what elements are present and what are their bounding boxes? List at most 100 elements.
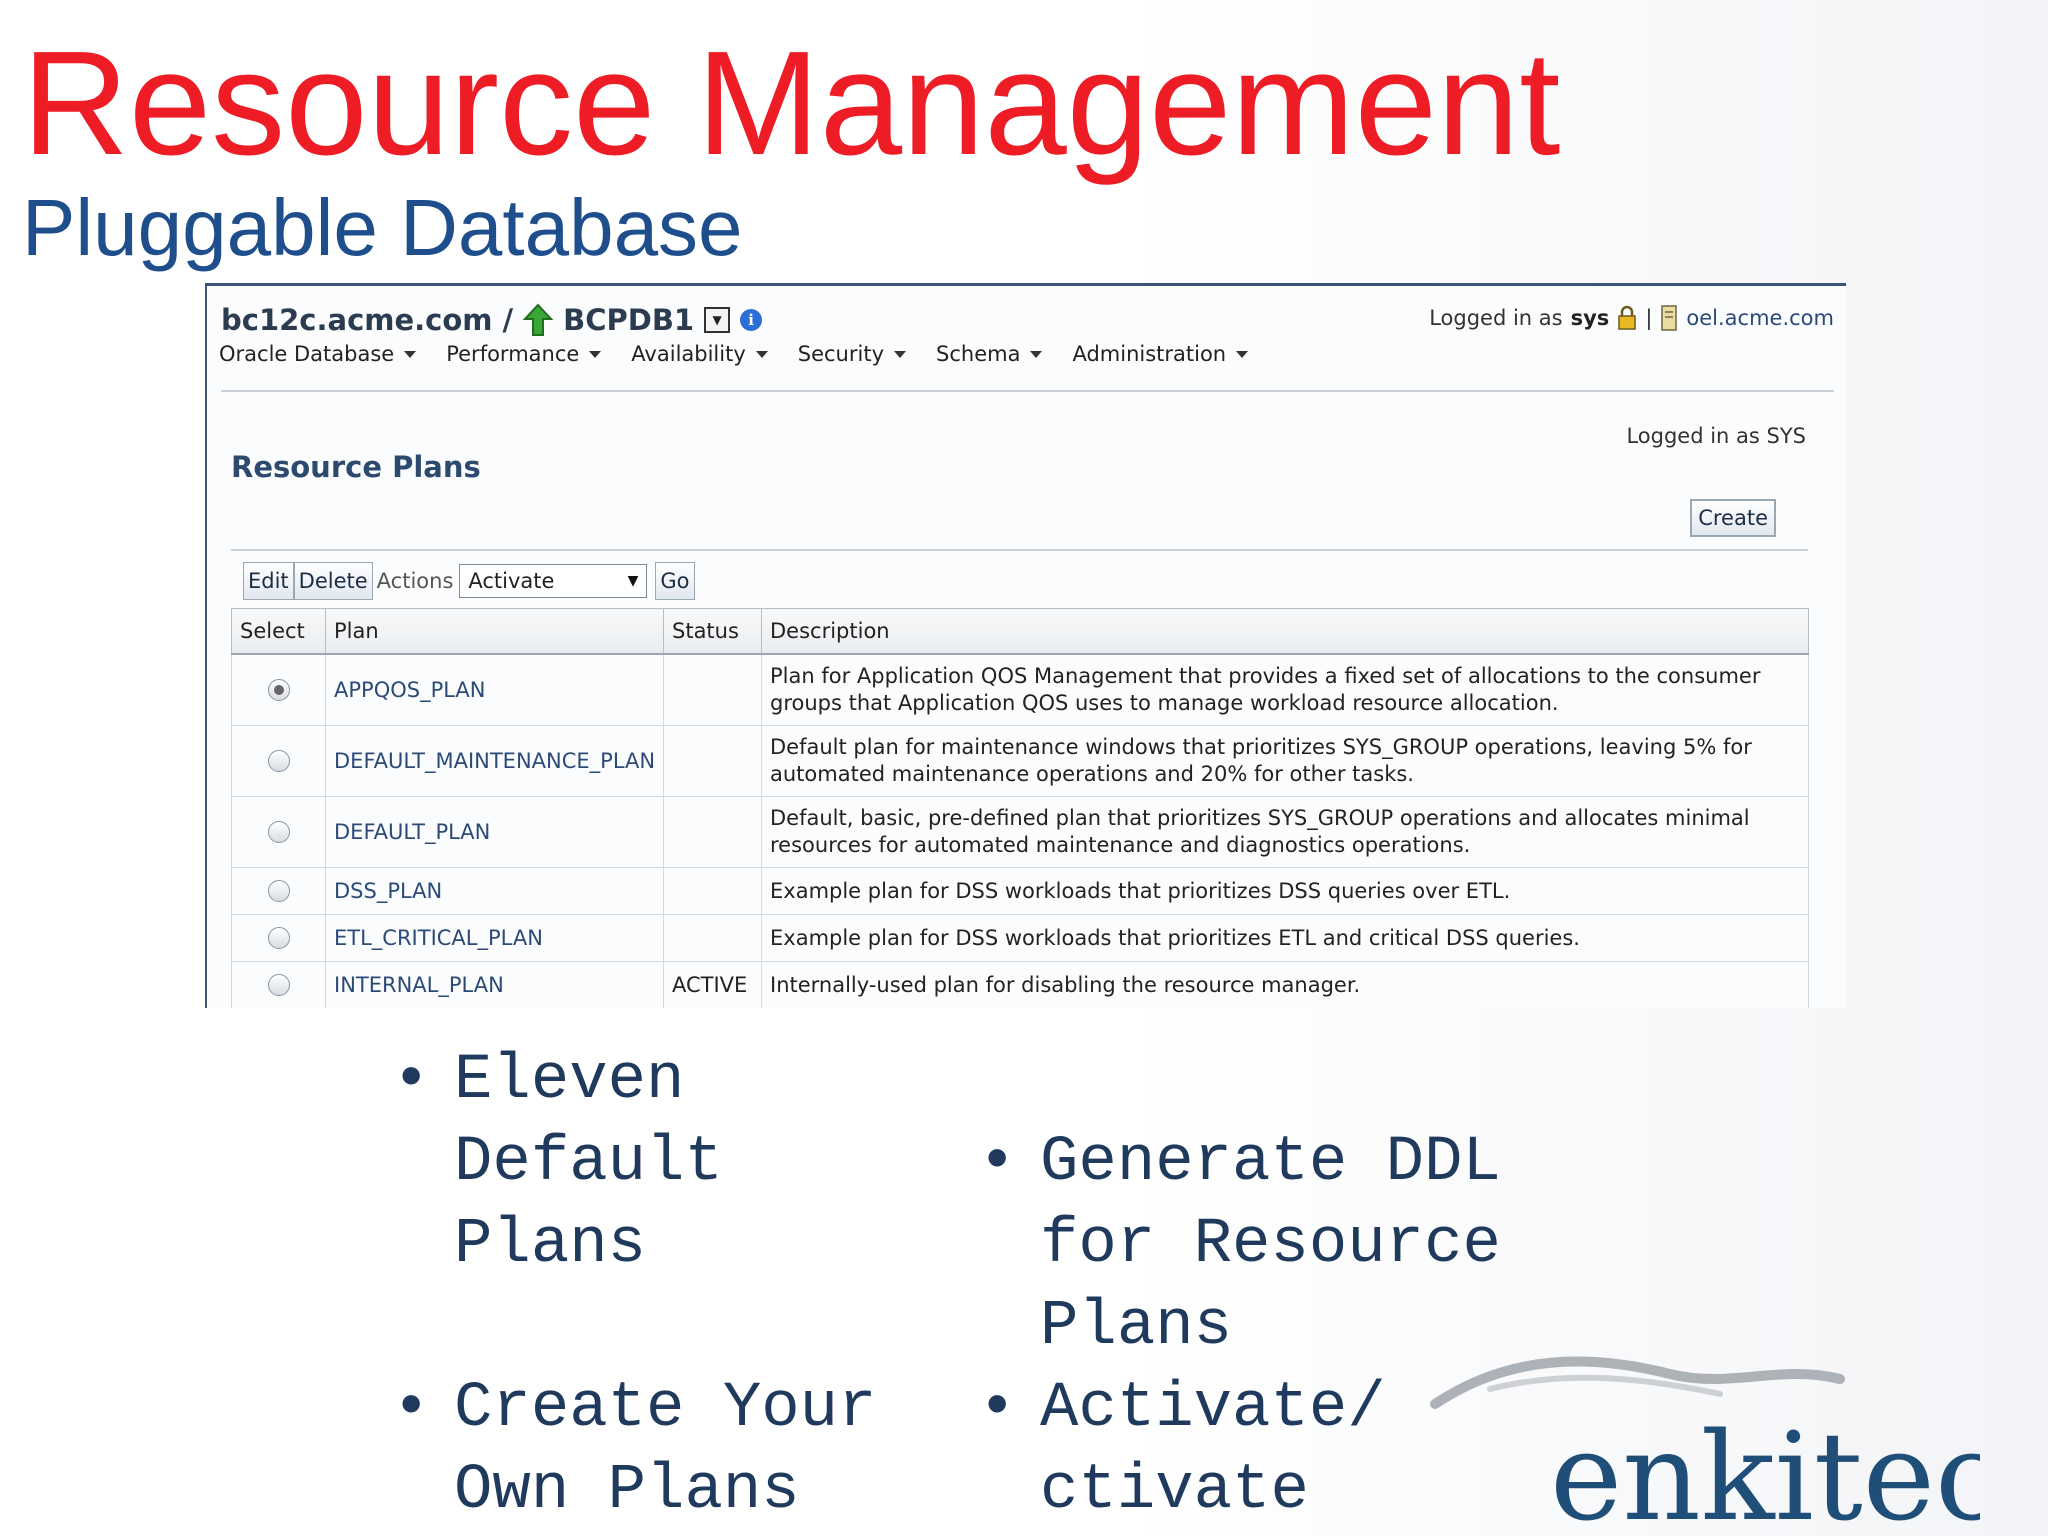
plan-link[interactable]: ETL_CRITICAL_PLAN [334,926,543,950]
description-cell: Example plan for DSS workloads that prio… [761,867,1809,915]
actions-select[interactable]: Activate ▼ [459,564,648,598]
select-radio[interactable] [267,679,290,701]
caret-down-icon [1030,350,1043,358]
status-cell [663,725,762,797]
delete-button[interactable]: Delete [293,562,373,600]
lock-icon [1618,305,1637,330]
plan-cell: DEFAULT_PLAN [325,796,664,868]
status-up-arrow-icon [523,303,554,336]
plan-cell: ETL_CRITICAL_PLAN [325,914,664,962]
caret-down-icon [589,350,602,358]
page-title: Resource Plans [231,450,481,484]
status-cell [663,653,762,726]
title-divider [231,549,1808,551]
select-radio[interactable] [267,750,290,772]
table-row: DEFAULT_PLAN Default, basic, pre-defined… [231,796,1809,868]
bullet-text: Create Your Own Plans [454,1373,877,1527]
status-cell [663,914,762,962]
select-radio[interactable] [267,974,290,996]
table-row: DEFAULT_MAINTENANCE_PLAN Default plan fo… [231,725,1809,797]
menu-availability[interactable]: Availability [631,342,768,366]
bullet-marker: • [978,1373,1017,1445]
table-row: INTERNAL_PLAN ACTIVE Internally-used pla… [231,961,1809,1008]
select-cell [231,867,326,915]
menu-label: Performance [446,342,580,366]
plan-link[interactable]: INTERNAL_PLAN [334,973,504,997]
table-row: DSS_PLAN Example plan for DSS workloads … [231,867,1809,915]
select-cell [231,796,326,868]
select-radio[interactable] [267,927,290,949]
menu-security[interactable]: Security [798,342,907,366]
table-row: ETL_CRITICAL_PLAN Example plan for DSS w… [231,914,1809,962]
bullet-eleven-default-plans: • Eleven Default Plans [392,1040,723,1286]
table-row: APPQOS_PLAN Plan for Application QOS Man… [231,653,1809,726]
host-link[interactable]: oel.acme.com [1686,306,1834,330]
actions-label: Actions [376,569,454,593]
resource-plans-table: Select Plan Status Description APPQOS_PL… [231,608,1809,1008]
column-header-plan[interactable]: Plan [325,608,664,655]
menu-performance[interactable]: Performance [446,342,602,366]
host-icon [1661,305,1678,331]
menu-administration[interactable]: Administration [1072,342,1249,366]
plan-link[interactable]: DEFAULT_MAINTENANCE_PLAN [334,749,655,773]
select-cell [231,653,326,726]
table-header-row: Select Plan Status Description [231,608,1809,655]
breadcrumb-separator: / [502,303,514,337]
column-header-status[interactable]: Status [663,608,762,655]
table-toolbar: Edit Delete Actions Activate ▼ Go [243,561,695,601]
bullet-text: Eleven Default Plans [454,1045,723,1281]
status-cell: ACTIVE [663,961,762,1008]
menu-label: Availability [631,342,746,366]
plan-cell: APPQOS_PLAN [325,653,664,726]
em-screenshot: bc12c.acme.com / BCPDB1 ▼ i Logged in as… [205,283,1846,1008]
bullet-marker: • [392,1373,431,1445]
info-icon[interactable]: i [740,309,763,331]
menu-label: Administration [1072,342,1227,366]
description-cell: Example plan for DSS workloads that prio… [761,914,1809,962]
plan-link[interactable]: DEFAULT_PLAN [334,820,490,844]
caret-down-icon [894,350,907,358]
plan-cell: INTERNAL_PLAN [325,961,664,1008]
select-cell [231,914,326,962]
login-bar: Logged in as sys | oel.acme.com [1429,300,1834,336]
login-prefix: Logged in as [1429,306,1563,330]
menu-schema[interactable]: Schema [936,342,1043,366]
main-menu-bar: Oracle Database Performance Availability… [219,342,1278,366]
plan-link[interactable]: APPQOS_PLAN [334,678,486,702]
enkitec-logo: enkitec [1430,1356,1980,1534]
dropdown-arrow-icon: ▼ [627,573,639,589]
breadcrumb-database[interactable]: BCPDB1 [563,303,694,337]
caret-down-icon [404,350,417,358]
menu-label: Schema [936,342,1021,366]
select-radio[interactable] [267,880,290,902]
create-button[interactable]: Create [1690,499,1776,537]
target-menu-dropdown-icon[interactable]: ▼ [704,307,731,333]
plan-cell: DEFAULT_MAINTENANCE_PLAN [325,725,664,797]
edit-button[interactable]: Edit [243,562,294,600]
plan-link[interactable]: DSS_PLAN [334,879,442,903]
column-header-select: Select [231,608,326,655]
status-cell [663,796,762,868]
description-cell: Internally-used plan for disabling the r… [761,961,1809,1008]
logged-in-as-label: Logged in as SYS [1626,424,1806,448]
go-button[interactable]: Go [655,562,695,600]
select-cell [231,961,326,1008]
column-header-description: Description [761,608,1809,655]
breadcrumb-host[interactable]: bc12c.acme.com [221,303,493,337]
description-cell: Default, basic, pre-defined plan that pr… [761,796,1809,868]
select-radio[interactable] [267,821,290,843]
actions-select-value: Activate [468,569,555,593]
plan-cell: DSS_PLAN [325,867,664,915]
slide-subtitle: Pluggable Database [22,183,743,272]
menu-divider [221,390,1834,392]
menu-label: Oracle Database [219,342,395,366]
bullet-text: Activate/ ctivate [1040,1373,1386,1527]
bullet-generate-ddl: • Generate DDL for Resource Plans [978,1122,1501,1368]
breadcrumb: bc12c.acme.com / BCPDB1 ▼ i [221,300,763,340]
menu-oracle-database[interactable]: Oracle Database [219,342,417,366]
description-cell: Default plan for maintenance windows tha… [761,725,1809,797]
description-cell: Plan for Application QOS Management that… [761,653,1809,726]
login-user: sys [1570,306,1610,330]
bullet-activate-deactivate: • Activate/ ctivate [978,1368,1386,1532]
bullet-text: Generate DDL for Resource Plans [1040,1127,1501,1363]
